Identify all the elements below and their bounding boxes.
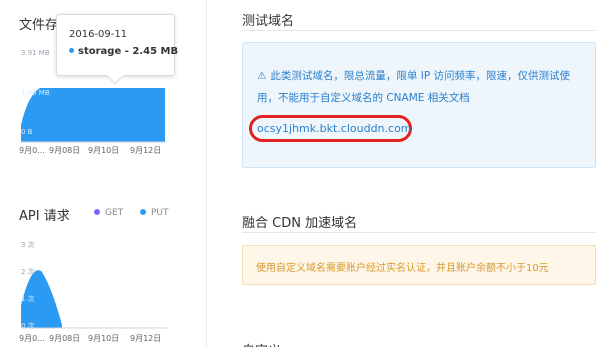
storage-ytick: 1.95 MB — [21, 89, 50, 97]
storage-xtick: 9月08日 — [49, 146, 81, 155]
cdn-warning-box: 使用自定义域名需要账户经过实名认证，并且账户余额不小于10元 — [242, 245, 596, 285]
storage-xaxis: 9月0... 9月08日 9月10日 9月12日 — [19, 145, 161, 156]
api-xtick: 9月0... — [19, 334, 45, 343]
api-ytick: 0 次 — [21, 322, 35, 330]
cdn-domain-title: 融合 CDN 加速域名 — [242, 216, 358, 231]
section-divider — [242, 30, 596, 31]
test-domain-title: 测试域名 — [242, 14, 295, 29]
api-xtick: 9月12日 — [130, 334, 162, 343]
legend-item-get[interactable]: GET — [94, 208, 123, 218]
api-xaxis: 9月0... 9月08日 9月10日 9月12日 — [19, 333, 161, 344]
section-divider — [242, 232, 596, 233]
panel-divider — [206, 0, 207, 347]
legend-dot-icon — [140, 208, 146, 215]
storage-xtick: 9月0... — [19, 146, 45, 155]
api-xtick: 9月10日 — [88, 334, 120, 343]
cdn-warning-text: 使用自定义域名需要账户经过实名认证，并且账户余额不小于10元 — [256, 263, 549, 274]
legend-label: GET — [105, 208, 124, 218]
tooltip-row: storage - 2.45 MB — [69, 46, 178, 57]
test-domain-link[interactable]: ocsy1jhmk.bkt.clouddn.com — [257, 122, 412, 135]
storage-xtick: 9月10日 — [88, 146, 120, 155]
storage-ytick: 0 B — [21, 128, 33, 136]
api-ytick: 3 次 — [21, 241, 35, 249]
api-ytick: 2 次 — [21, 268, 35, 276]
custom-domain-title: 自定义 — [242, 340, 281, 347]
tooltip-date: 2016-09-11 — [69, 29, 128, 40]
api-chart-title: API 请求 — [19, 209, 70, 224]
series-dot-icon — [69, 47, 74, 53]
stats-panel: 文件存储 3.91 MB 1.95 MB 0 B 9月0... 9月08日 9月10… — [0, 0, 205, 347]
legend-item-put[interactable]: PUT — [140, 208, 169, 218]
tooltip-value: 2.45 MB — [132, 46, 179, 57]
tooltip-separator: - — [121, 46, 133, 57]
legend-label: PUT — [151, 208, 169, 218]
api-xtick: 9月08日 — [49, 334, 81, 343]
storage-tooltip: 2016-09-11 storage - 2.45 MB — [56, 14, 178, 85]
notice-text: 此类测试域名，限总流量，限单 IP 访问频率，限速，仅供测试使用，不能用于自定义… — [257, 70, 571, 104]
test-domain-info-box: ⚠ 此类测试域名，限总流量，限单 IP 访问频率，限速，仅供测试使用，不能用于自定… — [242, 42, 596, 168]
legend-dot-icon — [94, 208, 100, 215]
tooltip-series-label: storage — [78, 46, 122, 57]
storage-xtick: 9月12日 — [130, 146, 162, 155]
api-ytick: 1 次 — [21, 295, 35, 303]
warning-icon: ⚠ — [257, 70, 267, 82]
storage-ytick: 3.91 MB — [21, 49, 50, 57]
test-domain-notice: ⚠ 此类测试域名，限总流量，限单 IP 访问频率，限速，仅供测试使用，不能用于自定… — [257, 65, 589, 109]
